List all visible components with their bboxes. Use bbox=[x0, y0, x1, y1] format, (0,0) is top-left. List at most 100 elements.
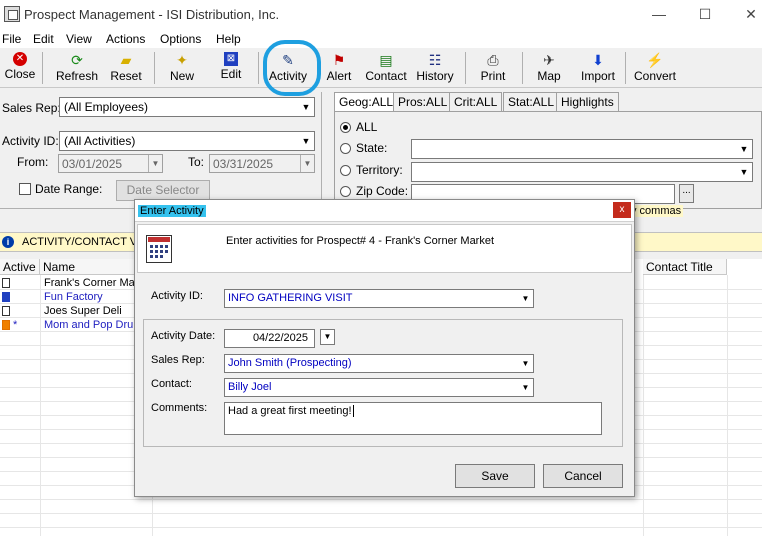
tab-pros[interactable]: Pros:ALL bbox=[393, 92, 453, 111]
to-date-field[interactable]: 03/31/2025 ▼ bbox=[209, 154, 315, 173]
sales-rep-label: Sales Rep: bbox=[2, 101, 61, 115]
table-row[interactable]: Fun Factory bbox=[44, 291, 103, 303]
sales-rep-select[interactable]: (All Employees) ▼ bbox=[59, 97, 315, 117]
comments-textarea[interactable]: Had a great first meeting! bbox=[224, 402, 602, 435]
chevron-down-icon: ▼ bbox=[300, 155, 314, 172]
hint-text: y commas bbox=[629, 205, 684, 217]
activity-highlight-circle bbox=[263, 40, 321, 96]
edit-icon: ⊠ bbox=[224, 52, 238, 66]
radio-state[interactable] bbox=[340, 143, 351, 154]
save-button[interactable]: Save bbox=[455, 464, 535, 488]
territory-select[interactable]: ▼ bbox=[411, 162, 753, 182]
document-icon bbox=[2, 278, 10, 288]
dialog-sales-rep-select[interactable]: John Smith (Prospecting) ▼ bbox=[224, 354, 534, 373]
convert-icon: ⚡ bbox=[646, 52, 664, 68]
from-date-field[interactable]: 03/01/2025 ▼ bbox=[58, 154, 163, 173]
edit-button[interactable]: ⊠ Edit bbox=[216, 50, 246, 86]
tab-geog[interactable]: Geog:ALL bbox=[334, 92, 399, 111]
radio-territory[interactable] bbox=[340, 165, 351, 176]
print-button[interactable]: ⎙ Print bbox=[478, 50, 508, 86]
dialog-close-button[interactable]: x bbox=[613, 202, 631, 218]
sales-rep-label: Sales Rep: bbox=[151, 354, 205, 366]
info-icon: i bbox=[2, 236, 14, 248]
dialog-header-text: Enter activities for Prospect# 4 - Frank… bbox=[226, 235, 495, 247]
title-bar: Prospect Management - ISI Distribution, … bbox=[0, 0, 762, 30]
contact-button[interactable]: ▤ Contact bbox=[364, 50, 408, 86]
reset-button[interactable]: ▰ Reset bbox=[108, 50, 144, 86]
radio-zip[interactable] bbox=[340, 186, 351, 197]
document-icon bbox=[2, 320, 10, 330]
alert-button[interactable]: ⚑ Alert bbox=[324, 50, 354, 86]
history-button[interactable]: ☷ History bbox=[414, 50, 456, 86]
table-row[interactable]: Mom and Pop Dru... bbox=[44, 319, 142, 331]
state-select[interactable]: ▼ bbox=[411, 139, 753, 159]
new-icon: ✦ bbox=[176, 52, 188, 68]
new-button[interactable]: ✦ New bbox=[166, 50, 198, 86]
table-row[interactable]: Joes Super Deli bbox=[44, 305, 122, 317]
maximize-button[interactable]: ☐ bbox=[694, 4, 716, 24]
state-label: State: bbox=[356, 141, 388, 155]
menu-options[interactable]: Options bbox=[160, 32, 201, 46]
date-selector-button[interactable]: Date Selector bbox=[116, 180, 210, 201]
print-icon: ⎙ bbox=[487, 52, 499, 68]
document-icon bbox=[2, 306, 10, 316]
import-icon: ⬇ bbox=[592, 52, 604, 68]
menu-file[interactable]: File bbox=[2, 32, 21, 46]
chevron-down-icon: ▼ bbox=[521, 383, 530, 392]
dialog-activity-id-select[interactable]: INFO GATHERING VISIT ▼ bbox=[224, 289, 534, 308]
flag-icon: ⚑ bbox=[332, 52, 346, 68]
map-button[interactable]: ✈ Map bbox=[534, 50, 564, 86]
chevron-down-icon: ▼ bbox=[301, 102, 311, 112]
zip-browse-button[interactable]: ... bbox=[679, 184, 694, 203]
tab-crit[interactable]: Crit:ALL bbox=[449, 92, 503, 111]
table-row[interactable]: Frank's Corner Ma... bbox=[44, 277, 144, 289]
activity-id-select[interactable]: (All Activities) ▼ bbox=[59, 131, 315, 151]
zip-label: Zip Code: bbox=[356, 184, 409, 198]
close-window-button[interactable]: ✕ bbox=[740, 4, 762, 24]
window-title: Prospect Management - ISI Distribution, … bbox=[24, 7, 280, 22]
app-icon bbox=[4, 6, 20, 22]
dialog-title: Enter Activity bbox=[138, 205, 206, 217]
date-dropdown-button[interactable]: ▼ bbox=[320, 329, 335, 345]
date-range-checkbox[interactable] bbox=[19, 183, 31, 195]
column-header-contact-title[interactable]: Contact Title bbox=[643, 259, 727, 275]
chevron-down-icon: ▼ bbox=[148, 155, 162, 172]
panel-divider bbox=[321, 92, 322, 208]
from-label: From: bbox=[17, 155, 49, 169]
comments-label: Comments: bbox=[151, 402, 208, 414]
column-header-active[interactable]: Active bbox=[0, 259, 40, 275]
tab-stat[interactable]: Stat:ALL bbox=[503, 92, 560, 111]
menu-help[interactable]: Help bbox=[216, 32, 241, 46]
chevron-down-icon: ▼ bbox=[521, 294, 530, 303]
info-text: ACTIVITY/CONTACT VI bbox=[22, 236, 141, 248]
enter-activity-dialog: Enter Activity x Enter activities for Pr… bbox=[134, 199, 635, 497]
refresh-button[interactable]: ⟳ Refresh bbox=[54, 50, 100, 86]
chevron-down-icon: ▼ bbox=[301, 136, 311, 146]
activity-date-field[interactable]: 04/22/2025 bbox=[224, 329, 315, 348]
menu-bar: File Edit View Actions Options Help bbox=[0, 30, 762, 48]
chevron-down-icon: ▼ bbox=[739, 167, 749, 177]
import-button[interactable]: ⬇ Import bbox=[578, 50, 618, 86]
cancel-button[interactable]: Cancel bbox=[543, 464, 623, 488]
close-icon: ✕ bbox=[13, 52, 27, 66]
geography-panel: ALL State: ▼ Territory: ▼ Zip Code: ... … bbox=[334, 111, 762, 217]
contact-label: Contact: bbox=[151, 378, 192, 390]
close-button[interactable]: ✕ Close bbox=[2, 50, 38, 86]
document-icon bbox=[2, 292, 10, 302]
menu-actions[interactable]: Actions bbox=[106, 32, 145, 46]
radio-all[interactable] bbox=[340, 122, 351, 133]
to-label: To: bbox=[188, 155, 205, 169]
tab-highlights[interactable]: Highlights bbox=[556, 92, 619, 111]
convert-button[interactable]: ⚡ Convert bbox=[632, 50, 678, 86]
date-range-label: Date Range: bbox=[35, 182, 103, 196]
calendar-icon bbox=[146, 235, 172, 263]
menu-edit[interactable]: Edit bbox=[33, 32, 54, 46]
activity-id-label: Activity ID: bbox=[151, 290, 203, 302]
toolbar: ✕ Close ⟳ Refresh ▰ Reset ✦ New ⊠ Edit ✎… bbox=[0, 48, 762, 88]
dialog-contact-select[interactable]: Billy Joel ▼ bbox=[224, 378, 534, 397]
refresh-icon: ⟳ bbox=[71, 52, 83, 68]
minimize-button[interactable]: — bbox=[648, 4, 670, 24]
all-label: ALL bbox=[356, 120, 378, 134]
dialog-title-bar: Enter Activity x bbox=[135, 200, 634, 222]
menu-view[interactable]: View bbox=[66, 32, 92, 46]
